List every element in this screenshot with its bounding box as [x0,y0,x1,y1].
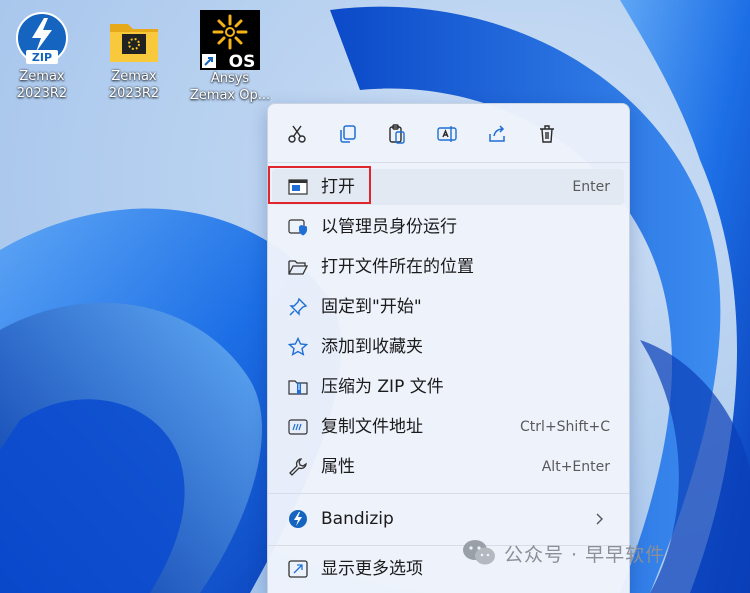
os-badge: OS [229,52,256,70]
share-icon [489,125,505,142]
desktop-icon-label: Zemax Op... [189,88,271,103]
share-button[interactable] [482,119,512,149]
menu-item-label: 固定到"开始" [321,297,422,317]
menu-item-copy-path[interactable]: 复制文件地址 Ctrl+Shift+C [272,409,624,445]
watermark-text: 公众号 · 早早软件 [504,543,666,566]
copy-button[interactable] [332,119,362,149]
desktop-icon-zemax-zip[interactable]: ZIP Zemax 2023R2 [0,12,84,102]
desktop-icon-label: Zemax [111,69,157,84]
chevron-right-icon [596,513,603,525]
menu-item-label: 复制文件地址 [321,417,423,437]
delete-icon [540,125,554,143]
ansys-zemax-opticstudio-icon: OS [200,10,260,72]
open-highlight-box [268,166,371,204]
menu-item-bandizip[interactable]: Bandizip [272,501,624,537]
copy-icon [340,125,356,143]
menu-item-pin-to-start[interactable]: 固定到"开始" [272,289,624,325]
desktop-icon-zemax-folder[interactable]: Zemax 2023R2 [92,12,176,102]
menu-item-run-as-admin[interactable]: 以管理员身份运行 [272,209,624,245]
menu-item-label: Bandizip [321,509,394,529]
desktop-icon-label: 2023R2 [108,86,160,101]
menu-item-properties[interactable]: 属性 Alt+Enter [272,449,624,485]
desktop: ZIP Zemax 2023R2 Zemax 2023R2 OS Ansys Z… [0,0,750,593]
bandizip-icon [289,510,307,528]
menu-item-shortcut: Ctrl+Shift+C [520,419,610,435]
pin-icon [289,297,308,316]
zip-badge: ZIP [32,51,52,64]
desktop-icon-label: Zemax [19,69,65,84]
cut-icon [288,125,306,143]
desktop-icon-label: 2023R2 [16,86,68,101]
menu-separator [268,493,629,494]
desktop-icon-ansys-zemax[interactable]: OS Ansys Zemax Op... [188,10,272,104]
menu-item-label: 压缩为 ZIP 文件 [321,377,444,397]
wechat-icon [463,540,495,565]
context-menu-toolbar [268,104,629,162]
zip-folder-icon [288,380,308,395]
menu-item-label: 以管理员身份运行 [321,217,457,237]
copy-path-icon [288,419,308,435]
folder-open-icon [288,260,308,275]
menu-item-add-to-favorites[interactable]: 添加到收藏夹 [272,329,624,365]
rename-icon [437,126,457,142]
rename-button[interactable] [432,119,462,149]
menu-item-shortcut: Enter [572,179,610,195]
paste-button[interactable] [382,119,412,149]
watermark: 公众号 · 早早软件 [462,538,665,568]
menu-item-label: 显示更多选项 [321,559,423,579]
menu-item-shortcut: Alt+Enter [541,459,610,475]
paste-icon [389,124,405,144]
menu-item-label: 属性 [321,457,355,477]
zip-archive-icon: ZIP [14,12,70,68]
wrench-icon [289,458,307,476]
desktop-icon-label: Ansys [210,71,250,86]
shield-icon [288,219,307,236]
menu-item-label: 打开文件所在的位置 [321,257,474,277]
folder-icon [106,12,162,68]
menu-item-compress-zip[interactable]: 压缩为 ZIP 文件 [272,369,624,405]
menu-item-label: 添加到收藏夹 [321,337,423,357]
menu-item-open-file-location[interactable]: 打开文件所在的位置 [272,249,624,285]
delete-button[interactable] [532,119,562,149]
cut-button[interactable] [282,119,312,149]
menu-separator [268,162,629,163]
star-icon [288,337,308,356]
more-options-icon [288,560,308,578]
